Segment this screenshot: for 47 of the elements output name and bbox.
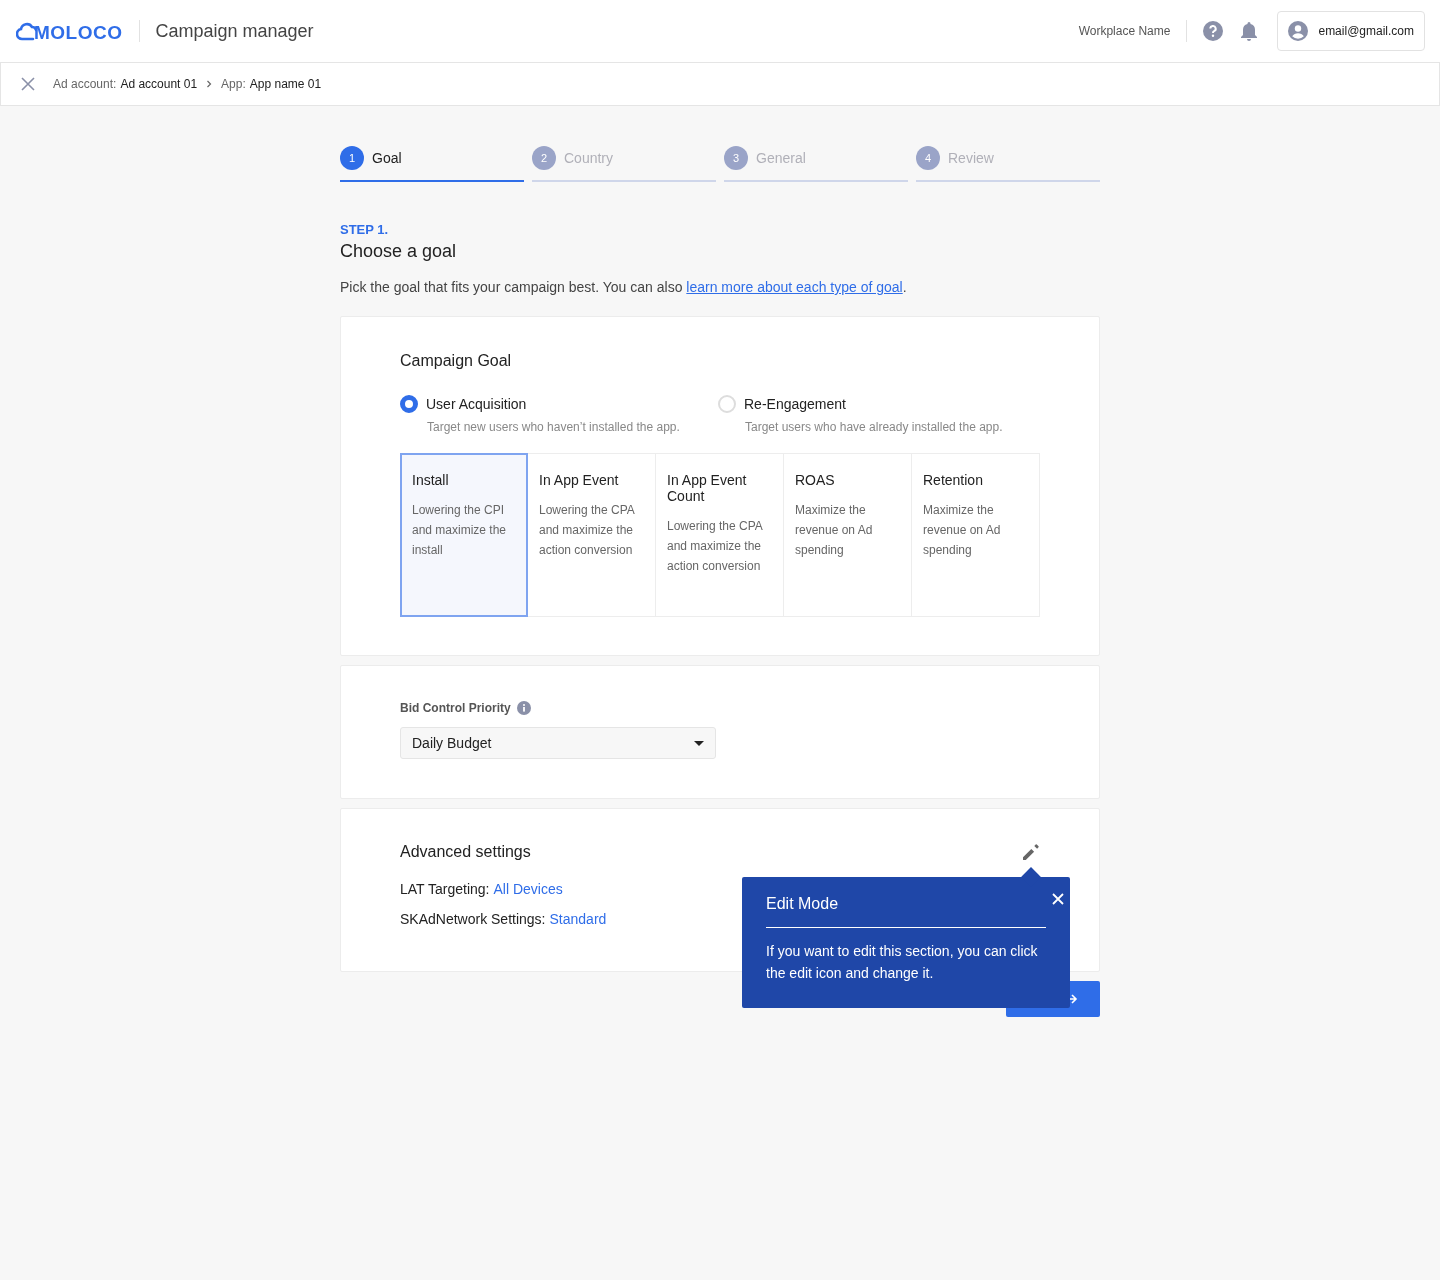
goal-description: Maximize the revenue on Ad spending	[923, 502, 1002, 559]
goal-description: Lowering the CPA and maximize the action conversion	[539, 502, 636, 559]
field-label: Bid Control Priority	[400, 701, 511, 715]
goal-tile[interactable]: In App Event Lowering the CPA and maximize the action conversion	[528, 453, 656, 617]
goal-description: Lowering the CPI and maximize the install	[412, 502, 508, 559]
goal-tile[interactable]: ROAS Maximize the revenue on Ad spending	[784, 453, 912, 617]
tooltip-text: If you want to edit this section, you can click the edit icon and change it.	[766, 942, 1039, 983]
goal-tile[interactable]: Install Lowering the CPI and maximize the install	[400, 453, 528, 617]
option-description: Target new users who haven’t installed the app.	[427, 420, 681, 434]
goal-tile[interactable]: In App Event Count Lowering the CPA and maximize the action conversion	[656, 453, 784, 617]
learn-more-link[interactable]: learn more about each type of goal	[686, 279, 903, 295]
radio-label[interactable]: Re-Engagement	[744, 396, 846, 412]
breadcrumb-label: App:	[221, 77, 246, 91]
goal-title: Install	[412, 472, 450, 488]
option-description: Target users who have already installed the app.	[745, 420, 1004, 434]
breadcrumb-link[interactable]: App name 01	[249, 77, 322, 91]
workplace-name[interactable]: Workplace Name	[1078, 24, 1171, 38]
setting-link[interactable]: Standard	[549, 911, 607, 927]
goal-description: Maximize the revenue on Ad spending	[795, 502, 874, 559]
step-number: 1	[340, 146, 364, 170]
goal-tile[interactable]: Retention Maximize the revenue on Ad spending	[912, 453, 1040, 617]
goal-title: Retention	[923, 472, 984, 488]
step-number: 3	[724, 146, 748, 170]
radio-label[interactable]: User Acquisition	[426, 396, 527, 412]
breadcrumb-label: Ad account:	[53, 77, 117, 91]
goal-description: Lowering the CPA and maximize the action conversion	[667, 518, 764, 575]
step-number: 4	[916, 146, 940, 170]
setting-link[interactable]: All Devices	[493, 881, 563, 897]
card-title: Advanced settings	[400, 843, 531, 861]
goal-title: In App Event Count	[667, 472, 748, 504]
logo-text: MOLOCO	[34, 23, 123, 42]
step-tab[interactable]: 1 Goal	[340, 138, 524, 182]
step-label: STEP 1.	[340, 222, 390, 237]
goal-title: ROAS	[795, 472, 836, 488]
dropdown-field[interactable]: Daily Budget	[400, 727, 716, 759]
step-number: 2	[532, 146, 556, 170]
card-title: Campaign Goal	[400, 352, 513, 370]
account-button[interactable]: email@gmail.com	[1277, 11, 1425, 51]
setting-label: LAT Targeting:	[400, 881, 490, 897]
goal-title: In App Event	[539, 472, 620, 488]
page-heading: Choose a goal	[340, 241, 458, 262]
intro-text: Pick the goal that fits your campaign best. You can also	[340, 279, 684, 295]
intro-period: .	[902, 279, 907, 295]
tooltip-title: Edit Mode	[766, 895, 839, 913]
setting-label: SKAdNetwork Settings:	[400, 911, 546, 927]
breadcrumb-link[interactable]: Ad account 01	[120, 77, 198, 91]
app-title: Campaign manager	[155, 20, 314, 42]
